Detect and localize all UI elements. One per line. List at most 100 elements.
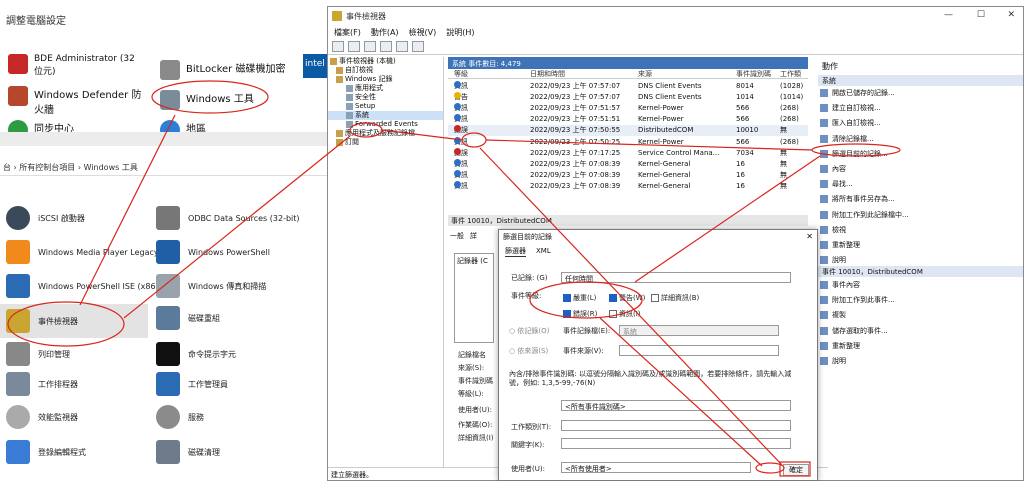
col-date[interactable]: 日期和時間 <box>530 69 565 79</box>
log-select[interactable]: 系統 <box>619 325 779 336</box>
actions-section-event[interactable]: 事件 10010，DistributedCOM <box>818 266 1023 277</box>
dialog-close-icon[interactable]: ✕ <box>806 232 813 241</box>
ok-button[interactable]: 確定 <box>783 464 809 476</box>
tool-cmd[interactable]: 命令提示字元 <box>156 342 236 366</box>
menu-action[interactable]: 動作(A) <box>371 27 399 38</box>
event-row[interactable]: 資訊 2022/09/23 上午 07:08:39 Kernel-General 16… <box>448 170 808 181</box>
system-action-item[interactable]: 檢視 <box>820 225 846 235</box>
by-log-radio[interactable]: ○ 依記錄(O) <box>509 326 549 336</box>
tool-powershell[interactable]: Windows PowerShell <box>156 240 270 264</box>
system-action-item[interactable]: 匯入自訂檢視... <box>820 118 881 128</box>
close-icon[interactable]: ✕ <box>1007 10 1015 20</box>
checkbox-error[interactable] <box>563 310 571 318</box>
cp-item-firewall[interactable]: Windows Defender 防火牆 <box>8 86 148 116</box>
actions-section-system[interactable]: 系統 <box>818 75 1023 86</box>
tree-custom-views[interactable]: 自訂檢視 <box>328 66 443 75</box>
logged-select[interactable]: 任何時間 <box>561 272 791 283</box>
event-action-item[interactable]: 附加工作到此事件... <box>820 295 895 305</box>
col-task[interactable]: 工作類 <box>780 69 801 79</box>
system-action-item[interactable]: 尋找... <box>820 179 853 189</box>
tree-windows-logs[interactable]: Windows 記錄 <box>328 75 443 84</box>
source-select[interactable] <box>619 345 779 356</box>
level-info[interactable]: 資訊(I) <box>609 309 641 319</box>
by-source-radio[interactable]: ○ 依來源(S) <box>509 346 548 356</box>
cp-item-bde[interactable]: BDE Administrator (32 位元) <box>8 54 138 77</box>
col-event-id[interactable]: 事件識別碼 <box>736 69 771 79</box>
tab-filter[interactable]: 篩選器 <box>505 246 526 257</box>
folder-icon[interactable] <box>364 41 376 52</box>
col-level[interactable]: 等級 <box>454 69 468 79</box>
event-row[interactable]: 警告 2022/09/23 上午 07:57:07 DNS Client Event… <box>448 91 808 102</box>
system-action-item[interactable]: 開啟已儲存的記錄... <box>820 88 895 98</box>
tool-regedit[interactable]: 登錄編輯程式 <box>6 440 86 464</box>
tree-subscriptions[interactable]: 訂閱 <box>328 138 443 147</box>
checkbox-verbose[interactable] <box>651 294 659 302</box>
back-icon[interactable] <box>332 41 344 52</box>
event-row[interactable]: 資訊 2022/09/23 上午 07:51:57 Kernel-Power 566 (… <box>448 102 808 113</box>
system-action-item[interactable]: 篩選目前的記錄... <box>820 149 888 159</box>
tool-media-player[interactable]: Windows Media Player Legacy <box>6 240 159 264</box>
event-row[interactable]: 資訊 2022/09/23 上午 07:57:07 DNS Client Event… <box>448 80 808 91</box>
col-source[interactable]: 來源 <box>638 69 652 79</box>
pane-icon[interactable] <box>380 41 392 52</box>
tool-services[interactable]: 服務 <box>156 405 204 429</box>
checkbox-info[interactable] <box>609 310 617 318</box>
tool-defrag[interactable]: 磁碟重組 <box>156 306 220 330</box>
checkbox-critical[interactable] <box>563 294 571 302</box>
minimize-icon[interactable]: — <box>944 10 953 20</box>
menu-file[interactable]: 檔案(F) <box>334 27 361 38</box>
forward-icon[interactable] <box>348 41 360 52</box>
tree-system[interactable]: 系統 <box>328 111 443 120</box>
tool-odbc[interactable]: ODBC Data Sources (32-bit) <box>156 206 300 230</box>
event-action-item[interactable]: 說明 <box>820 356 846 366</box>
keyword-select[interactable] <box>561 438 791 449</box>
event-row[interactable]: 資訊 2022/09/23 上午 07:08:39 Kernel-General 16… <box>448 158 808 169</box>
event-action-item[interactable]: 複製 <box>820 310 846 320</box>
event-action-item[interactable]: 事件內容 <box>820 280 860 290</box>
tool-perf-monitor[interactable]: 效能監視器 <box>6 405 78 429</box>
checkbox-warning[interactable] <box>609 294 617 302</box>
tree-application[interactable]: 應用程式 <box>328 84 443 93</box>
event-row[interactable]: 錯誤 2022/09/23 上午 07:17:25 Service Control … <box>448 147 808 158</box>
tree-forwarded-events[interactable]: Forwarded Events <box>328 120 443 129</box>
level-error[interactable]: 錯誤(R) <box>563 309 597 319</box>
system-action-item[interactable]: 將所有事件另存為... <box>820 194 895 204</box>
system-action-item[interactable]: 建立自訂檢視... <box>820 103 881 113</box>
level-verbose[interactable]: 詳細資訊(B) <box>651 293 699 303</box>
detail-tab-general[interactable]: 一般 <box>450 231 464 241</box>
system-action-item[interactable]: 附加工作到此記錄檔中... <box>820 210 909 220</box>
cp-item-windows-tools[interactable]: Windows 工具 <box>160 90 270 110</box>
event-row[interactable]: 錯誤 2022/09/23 上午 07:50:55 DistributedCOM 10… <box>448 124 808 136</box>
tab-xml[interactable]: XML <box>536 247 551 255</box>
menu-help[interactable]: 說明(H) <box>446 27 474 38</box>
tool-fax-scan[interactable]: Windows 傳真和掃描 <box>156 274 266 298</box>
tree-setup[interactable]: Setup <box>328 102 443 111</box>
event-row[interactable]: 資訊 2022/09/23 上午 07:50:25 Kernel-Power 566 (… <box>448 136 808 147</box>
cp-item-bitlocker[interactable]: BitLocker 磁碟機加密 <box>160 60 300 80</box>
event-row[interactable]: 資訊 2022/09/23 上午 07:08:39 Kernel-General 16… <box>448 181 808 192</box>
event-id-input[interactable]: <所有事件識別碼> <box>561 400 791 411</box>
tree-security[interactable]: 安全性 <box>328 93 443 102</box>
properties-icon[interactable] <box>412 41 424 52</box>
level-warning[interactable]: 警告(W) <box>609 293 645 303</box>
system-action-item[interactable]: 重新整理 <box>820 240 860 250</box>
tool-task-manager[interactable]: 工作管理員 <box>156 372 228 396</box>
event-action-item[interactable]: 重新整理 <box>820 341 860 351</box>
system-action-item[interactable]: 清除記錄檔... <box>820 134 874 144</box>
tool-disk-cleanup[interactable]: 磁碟清理 <box>156 440 220 464</box>
system-action-item[interactable]: 說明 <box>820 255 846 265</box>
tool-iscsi[interactable]: iSCSI 啟動器 <box>6 206 85 230</box>
tree-app-services-logs[interactable]: 應用程式及服務記錄檔 <box>328 129 443 138</box>
menu-view[interactable]: 檢視(V) <box>409 27 437 38</box>
event-action-item[interactable]: 儲存選取的事件... <box>820 326 888 336</box>
tool-powershell-ise[interactable]: Windows PowerShell ISE (x86) <box>6 274 159 298</box>
tool-task-scheduler[interactable]: 工作排程器 <box>6 372 78 396</box>
system-action-item[interactable]: 內容 <box>820 164 846 174</box>
user-input[interactable]: <所有使用者> <box>561 462 751 473</box>
detail-tab-details[interactable]: 詳 <box>470 231 477 241</box>
tree-root[interactable]: 事件檢視器 (本機) <box>328 57 443 66</box>
tool-event-viewer[interactable]: 事件檢視器 <box>0 304 148 338</box>
task-select[interactable] <box>561 420 791 431</box>
help-icon[interactable] <box>396 41 408 52</box>
event-row[interactable]: 資訊 2022/09/23 上午 07:51:51 Kernel-Power 566 (… <box>448 114 808 125</box>
